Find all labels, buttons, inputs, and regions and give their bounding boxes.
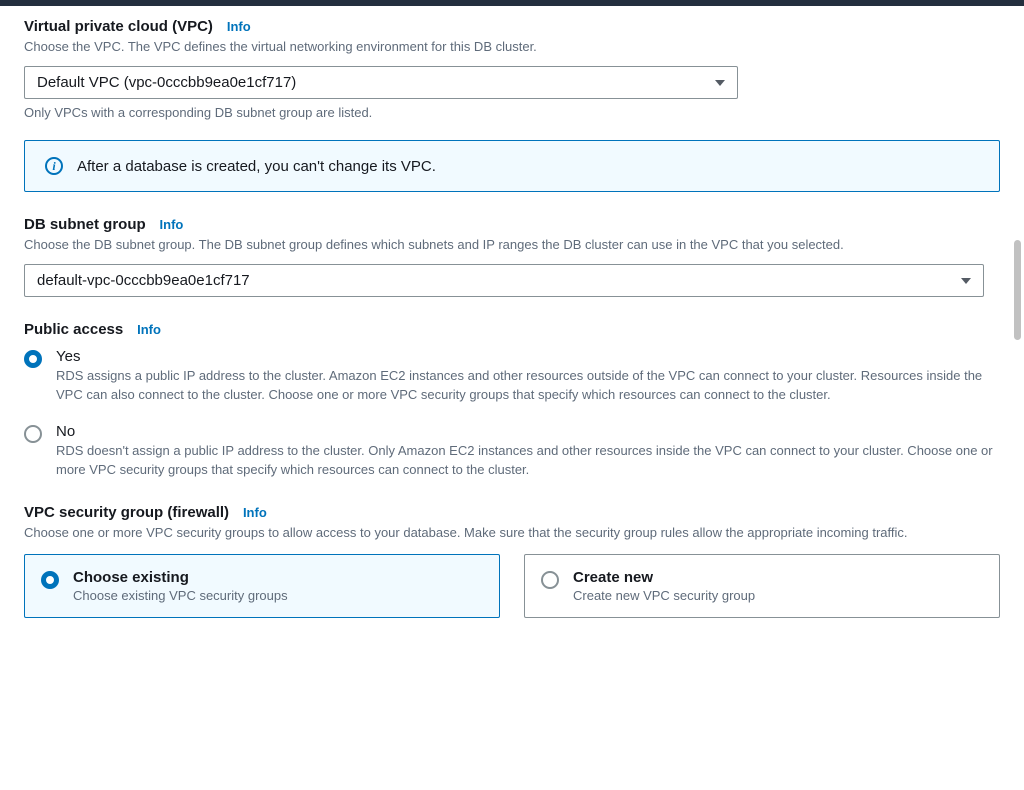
- subnet-label-row: DB subnet group Info: [24, 216, 1000, 233]
- public-access-label: Public access: [24, 321, 123, 338]
- vpc-description: Choose the VPC. The VPC defines the virt…: [24, 38, 1000, 56]
- subnet-label: DB subnet group: [24, 216, 146, 233]
- vpc-section: Virtual private cloud (VPC) Info Choose …: [24, 18, 1000, 192]
- caret-down-icon: [715, 80, 725, 86]
- radio-unselected-icon[interactable]: [541, 571, 559, 589]
- public-access-yes-content: Yes RDS assigns a public IP address to t…: [56, 348, 1000, 405]
- vpc-label-row: Virtual private cloud (VPC) Info: [24, 18, 1000, 35]
- info-icon: i: [45, 157, 63, 175]
- form-content: Virtual private cloud (VPC) Info Choose …: [0, 6, 1024, 642]
- vpc-info-link[interactable]: Info: [227, 19, 251, 34]
- radio-unselected-icon[interactable]: [24, 425, 42, 443]
- public-access-yes-desc: RDS assigns a public IP address to the c…: [56, 367, 1000, 405]
- vpc-alert-text: After a database is created, you can't c…: [77, 158, 436, 175]
- vpc-select[interactable]: Default VPC (vpc-0cccbb9ea0e1cf717): [24, 66, 738, 99]
- create-new-desc: Create new VPC security group: [573, 588, 755, 603]
- public-access-label-row: Public access Info: [24, 321, 1000, 338]
- choose-existing-option[interactable]: Choose existing Choose existing VPC secu…: [24, 554, 500, 618]
- subnet-description: Choose the DB subnet group. The DB subne…: [24, 236, 1000, 254]
- caret-down-icon: [961, 278, 971, 284]
- create-new-option[interactable]: Create new Create new VPC security group: [524, 554, 1000, 618]
- public-access-yes-item[interactable]: Yes RDS assigns a public IP address to t…: [24, 348, 1000, 405]
- public-access-info-link[interactable]: Info: [137, 322, 161, 337]
- scrollbar-thumb[interactable]: [1014, 240, 1021, 340]
- security-group-section: VPC security group (firewall) Info Choos…: [24, 504, 1000, 618]
- public-access-no-desc: RDS doesn't assign a public IP address t…: [56, 442, 1000, 480]
- create-new-content: Create new Create new VPC security group: [573, 569, 755, 603]
- security-group-label-row: VPC security group (firewall) Info: [24, 504, 1000, 521]
- public-access-yes-label: Yes: [56, 348, 1000, 365]
- public-access-no-content: No RDS doesn't assign a public IP addres…: [56, 423, 1000, 480]
- vpc-selected-value: Default VPC (vpc-0cccbb9ea0e1cf717): [37, 74, 296, 91]
- choose-existing-title: Choose existing: [73, 569, 288, 586]
- public-access-section: Public access Info Yes RDS assigns a pub…: [24, 321, 1000, 479]
- subnet-select[interactable]: default-vpc-0cccbb9ea0e1cf717: [24, 264, 984, 297]
- radio-selected-icon[interactable]: [41, 571, 59, 589]
- subnet-section: DB subnet group Info Choose the DB subne…: [24, 216, 1000, 297]
- scrollbar-track[interactable]: [1014, 10, 1021, 780]
- security-group-info-link[interactable]: Info: [243, 505, 267, 520]
- radio-selected-icon[interactable]: [24, 350, 42, 368]
- vpc-hint: Only VPCs with a corresponding DB subnet…: [24, 105, 1000, 120]
- choose-existing-desc: Choose existing VPC security groups: [73, 588, 288, 603]
- security-group-description: Choose one or more VPC security groups t…: [24, 524, 1000, 542]
- public-access-radio-group: Yes RDS assigns a public IP address to t…: [24, 348, 1000, 479]
- public-access-no-label: No: [56, 423, 1000, 440]
- public-access-no-item[interactable]: No RDS doesn't assign a public IP addres…: [24, 423, 1000, 480]
- vpc-label: Virtual private cloud (VPC): [24, 18, 213, 35]
- vpc-change-alert: i After a database is created, you can't…: [24, 140, 1000, 192]
- create-new-title: Create new: [573, 569, 755, 586]
- choose-existing-content: Choose existing Choose existing VPC secu…: [73, 569, 288, 603]
- security-group-options: Choose existing Choose existing VPC secu…: [24, 554, 1000, 618]
- subnet-selected-value: default-vpc-0cccbb9ea0e1cf717: [37, 272, 250, 289]
- subnet-info-link[interactable]: Info: [160, 217, 184, 232]
- security-group-label: VPC security group (firewall): [24, 504, 229, 521]
